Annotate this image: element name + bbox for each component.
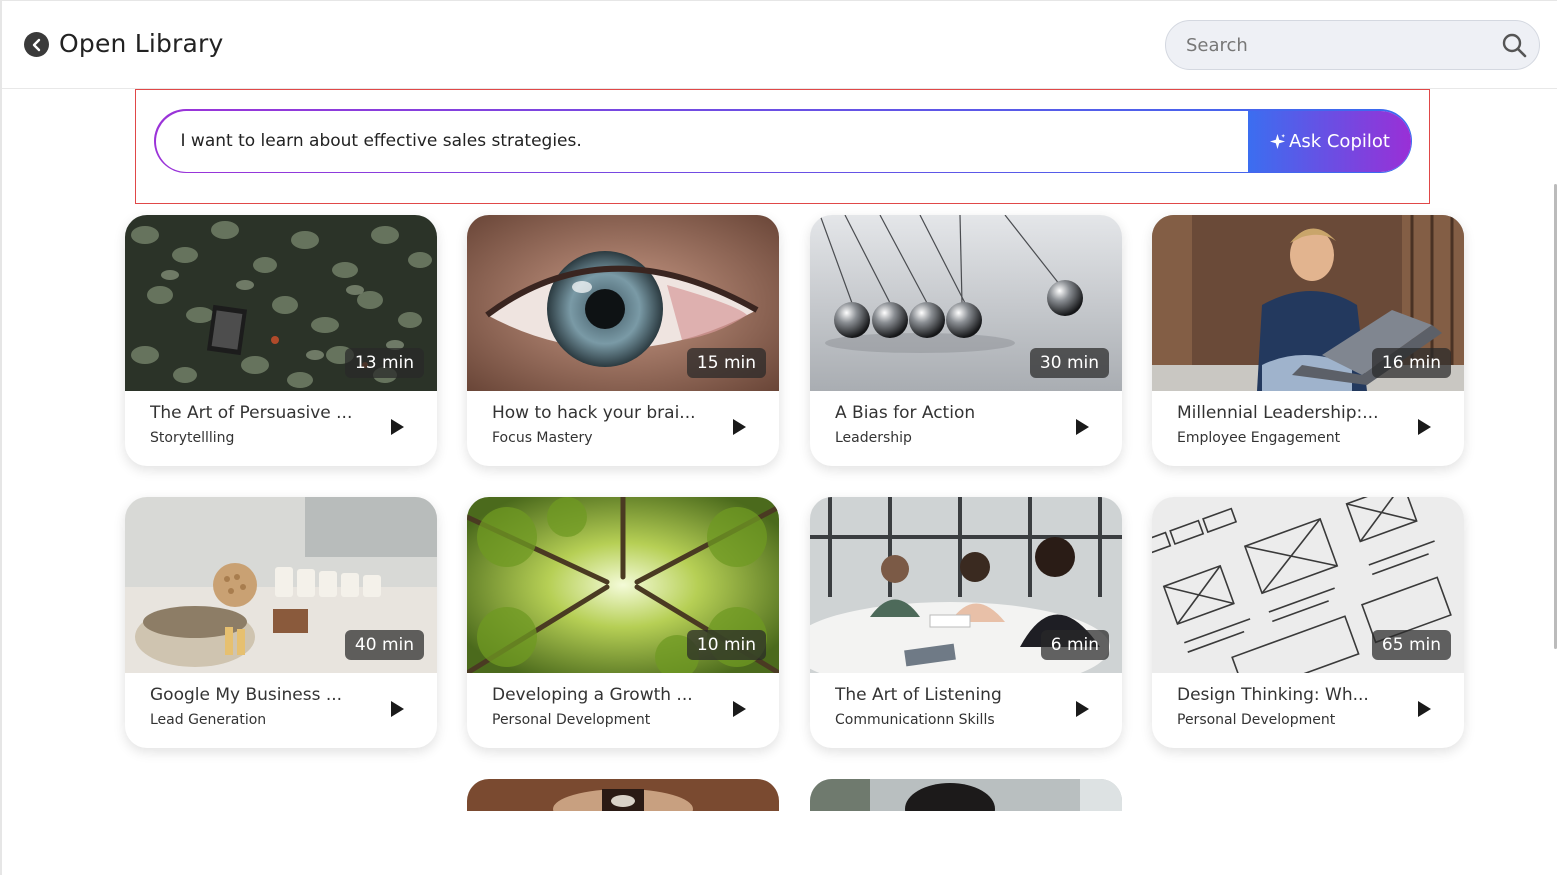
course-category: Personal Development xyxy=(1177,712,1336,728)
course-thumbnail: 6 min xyxy=(810,497,1122,673)
back-button[interactable] xyxy=(24,32,49,57)
search-box xyxy=(1165,20,1540,70)
play-icon[interactable] xyxy=(731,418,747,436)
duration-badge: 6 min xyxy=(1040,630,1109,660)
search-input[interactable] xyxy=(1186,21,1486,69)
course-card[interactable]: 15 min How to hack your brai... Focus Ma… xyxy=(467,215,779,466)
course-thumbnail: 16 min xyxy=(1152,215,1464,391)
duration-badge: 15 min xyxy=(686,348,766,378)
duration-badge: 13 min xyxy=(344,348,424,378)
play-icon[interactable] xyxy=(1416,700,1432,718)
play-icon[interactable] xyxy=(1074,700,1090,718)
course-title: The Art of Persuasive ... xyxy=(150,403,353,423)
course-thumbnail: 13 min xyxy=(125,215,437,391)
course-category: Lead Generation xyxy=(150,712,267,728)
course-thumbnail: 15 min xyxy=(467,215,779,391)
course-category: Communicationn Skills xyxy=(835,712,995,728)
course-card[interactable]: 65 min Design Thinking: Wh... Personal D… xyxy=(1152,497,1464,748)
duration-badge: 16 min xyxy=(1371,348,1451,378)
play-icon[interactable] xyxy=(1074,418,1090,436)
copilot-highlight-frame: Ask Copilot xyxy=(135,89,1430,204)
course-title: How to hack your brai... xyxy=(492,403,696,423)
course-card[interactable]: 13 min The Art of Persuasive ... Storyte… xyxy=(125,215,437,466)
course-category: Focus Mastery xyxy=(492,430,593,446)
course-card[interactable]: 30 min A Bias for Action Leadership xyxy=(810,215,1122,466)
course-title: Developing a Growth ... xyxy=(492,685,693,705)
page: Open Library Ask Copilot xyxy=(0,0,1557,875)
course-title: Design Thinking: Wh... xyxy=(1177,685,1369,705)
course-thumbnail: 10 min xyxy=(467,497,779,673)
course-card-partial[interactable] xyxy=(810,779,1122,811)
course-title: A Bias for Action xyxy=(835,403,976,423)
course-card[interactable]: 16 min Millennial Leadership:... Employe… xyxy=(1152,215,1464,466)
course-title: The Art of Listening xyxy=(835,685,1002,705)
course-category: Employee Engagement xyxy=(1177,430,1341,446)
ask-copilot-button[interactable]: Ask Copilot xyxy=(1247,110,1411,172)
play-icon[interactable] xyxy=(1416,418,1432,436)
course-thumbnail: 40 min xyxy=(125,497,437,673)
search-icon[interactable] xyxy=(1501,32,1527,58)
copilot-input[interactable] xyxy=(180,110,1241,172)
sparkle-icon xyxy=(1269,133,1286,149)
duration-badge: 30 min xyxy=(1029,348,1109,378)
course-card[interactable]: 6 min The Art of Listening Communication… xyxy=(810,497,1122,748)
page-title: Open Library xyxy=(59,29,224,58)
play-icon[interactable] xyxy=(389,418,405,436)
course-card-partial[interactable] xyxy=(467,779,779,811)
course-card[interactable]: 40 min Google My Business ... Lead Gener… xyxy=(125,497,437,748)
header: Open Library xyxy=(2,1,1557,89)
course-category: Storytellling xyxy=(150,430,235,446)
duration-badge: 40 min xyxy=(344,630,424,660)
course-category: Leadership xyxy=(835,430,912,446)
course-card[interactable]: 10 min Developing a Growth ... Personal … xyxy=(467,497,779,748)
copilot-bar: Ask Copilot xyxy=(154,109,1412,173)
duration-badge: 10 min xyxy=(686,630,766,660)
play-icon[interactable] xyxy=(389,700,405,718)
course-thumbnail: 30 min xyxy=(810,215,1122,391)
course-title: Millennial Leadership:... xyxy=(1177,403,1379,423)
duration-badge: 65 min xyxy=(1371,630,1451,660)
course-title: Google My Business ... xyxy=(150,685,343,705)
ask-copilot-label: Ask Copilot xyxy=(1289,130,1390,152)
course-thumbnail: 65 min xyxy=(1152,497,1464,673)
play-icon[interactable] xyxy=(731,700,747,718)
chevron-left-icon xyxy=(32,38,40,51)
course-category: Personal Development xyxy=(492,712,651,728)
